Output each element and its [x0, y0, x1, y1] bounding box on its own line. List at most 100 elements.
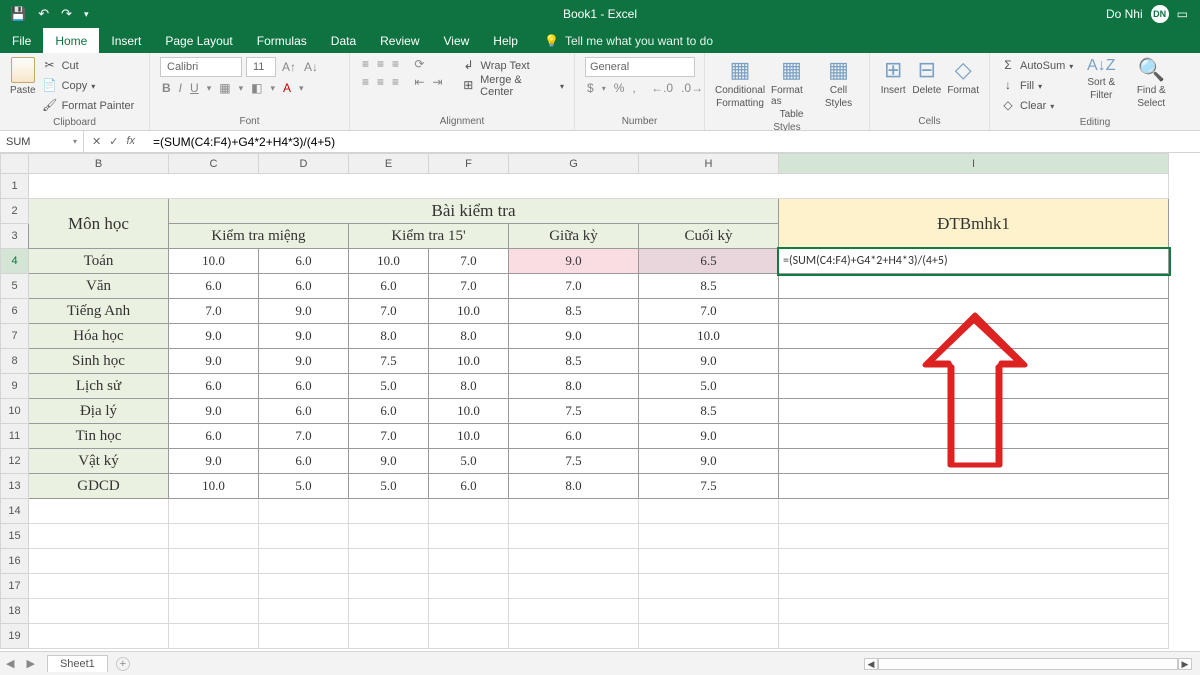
cell[interactable]: 7.5 — [639, 474, 779, 499]
cell[interactable] — [29, 549, 169, 574]
cell[interactable]: 10.0 — [639, 324, 779, 349]
cell[interactable] — [429, 574, 509, 599]
find-select-button[interactable]: 🔍Find &Select — [1129, 57, 1173, 109]
cell[interactable] — [29, 574, 169, 599]
formula-input[interactable] — [149, 131, 1200, 152]
cell[interactable] — [349, 524, 429, 549]
column-header[interactable]: B — [29, 154, 169, 174]
cell[interactable] — [779, 374, 1169, 399]
cell[interactable] — [509, 599, 639, 624]
cell[interactable]: Văn — [29, 274, 169, 299]
cell[interactable]: 7.0 — [639, 299, 779, 324]
cell[interactable]: Kiểm tra 15' — [349, 224, 509, 249]
cell[interactable]: 8.0 — [349, 324, 429, 349]
cell[interactable] — [779, 424, 1169, 449]
cell[interactable] — [779, 399, 1169, 424]
cell[interactable] — [639, 624, 779, 649]
cell[interactable] — [509, 624, 639, 649]
tab-review[interactable]: Review — [368, 28, 431, 53]
cell[interactable] — [29, 524, 169, 549]
cell[interactable]: 6.0 — [349, 399, 429, 424]
delete-cells-button[interactable]: ⊟Delete — [912, 57, 941, 96]
sheet-nav-next-icon[interactable]: ▶ — [20, 657, 40, 670]
cell[interactable] — [349, 574, 429, 599]
align-bottom-icon[interactable]: ≡ — [390, 57, 401, 71]
fx-icon[interactable]: fx — [126, 135, 141, 148]
cell[interactable]: Giữa kỳ — [509, 224, 639, 249]
cell[interactable]: 5.0 — [349, 374, 429, 399]
borders-button[interactable]: ▦ — [217, 81, 232, 95]
align-top-icon[interactable]: ≡ — [360, 57, 371, 71]
increase-font-icon[interactable]: A↑ — [280, 60, 298, 74]
cell[interactable] — [779, 549, 1169, 574]
cell[interactable]: 8.0 — [509, 374, 639, 399]
horizontal-scrollbar[interactable]: ◀ ▶ — [864, 658, 1192, 670]
cell[interactable]: 10.0 — [169, 249, 259, 274]
cell[interactable] — [639, 574, 779, 599]
cell[interactable]: 6.0 — [429, 474, 509, 499]
font-size-dropdown[interactable]: 11 — [246, 57, 276, 77]
save-icon[interactable]: 💾 — [10, 6, 26, 22]
bold-button[interactable]: B — [160, 81, 173, 95]
scroll-left-icon[interactable]: ◀ — [864, 658, 878, 670]
tab-insert[interactable]: Insert — [99, 28, 153, 53]
cell[interactable] — [779, 274, 1169, 299]
cell[interactable]: 9.0 — [169, 324, 259, 349]
cell[interactable]: 7.0 — [429, 249, 509, 274]
row-header[interactable]: 14 — [1, 499, 29, 524]
worksheet-grid[interactable]: BCDEFGHI12Môn họcBài kiểm traĐTBmhk13Kiể… — [0, 153, 1200, 651]
cell[interactable] — [429, 599, 509, 624]
row-header[interactable]: 4 — [1, 249, 29, 274]
cell-styles-button[interactable]: ▦CellStyles — [818, 57, 859, 109]
tab-view[interactable]: View — [432, 28, 482, 53]
cell[interactable]: 7.5 — [509, 399, 639, 424]
add-sheet-button[interactable]: + — [116, 657, 130, 671]
cell[interactable]: 10.0 — [429, 424, 509, 449]
cell[interactable]: 8.0 — [429, 324, 509, 349]
cell[interactable]: Kiểm tra miệng — [169, 224, 349, 249]
column-header[interactable]: E — [349, 154, 429, 174]
name-box[interactable]: SUM▾ — [0, 131, 84, 152]
cell[interactable]: 9.0 — [169, 349, 259, 374]
cell[interactable]: Lịch sử — [29, 374, 169, 399]
cell[interactable] — [259, 499, 349, 524]
comma-icon[interactable]: , — [630, 81, 637, 95]
cell[interactable]: Địa lý — [29, 399, 169, 424]
cell[interactable] — [29, 499, 169, 524]
row-header[interactable]: 17 — [1, 574, 29, 599]
row-header[interactable]: 13 — [1, 474, 29, 499]
cell[interactable]: 9.0 — [639, 449, 779, 474]
cell[interactable] — [349, 499, 429, 524]
cell[interactable] — [349, 624, 429, 649]
row-header[interactable]: 15 — [1, 524, 29, 549]
cell[interactable]: 9.0 — [259, 349, 349, 374]
tab-home[interactable]: Home — [43, 28, 99, 53]
tab-page-layout[interactable]: Page Layout — [153, 28, 244, 53]
redo-icon[interactable]: ↷ — [61, 6, 72, 22]
tab-formulas[interactable]: Formulas — [245, 28, 319, 53]
wrap-text-button[interactable]: ↲Wrap Text — [461, 57, 564, 75]
cell[interactable]: Sinh học — [29, 349, 169, 374]
cell[interactable]: 9.0 — [509, 324, 639, 349]
column-header[interactable]: D — [259, 154, 349, 174]
column-header[interactable] — [1, 154, 29, 174]
cell[interactable] — [779, 574, 1169, 599]
row-header[interactable]: 10 — [1, 399, 29, 424]
cell[interactable]: Hóa học — [29, 324, 169, 349]
enter-formula-icon[interactable]: ✓ — [109, 135, 118, 148]
row-header[interactable]: 16 — [1, 549, 29, 574]
qat-more-icon[interactable]: ▾ — [84, 9, 89, 20]
cell[interactable]: 7.5 — [509, 449, 639, 474]
cell[interactable]: Vật ký — [29, 449, 169, 474]
cell[interactable] — [779, 324, 1169, 349]
cell[interactable]: 10.0 — [429, 349, 509, 374]
row-header[interactable]: 19 — [1, 624, 29, 649]
row-header[interactable]: 5 — [1, 274, 29, 299]
fill-button[interactable]: ↓Fill▾ — [1000, 77, 1073, 95]
decrease-font-icon[interactable]: A↓ — [302, 60, 320, 74]
cell[interactable]: ĐTBmhk1 — [779, 199, 1169, 249]
row-header[interactable]: 12 — [1, 449, 29, 474]
cell[interactable] — [779, 449, 1169, 474]
cell[interactable] — [429, 549, 509, 574]
cell[interactable]: 8.0 — [509, 474, 639, 499]
